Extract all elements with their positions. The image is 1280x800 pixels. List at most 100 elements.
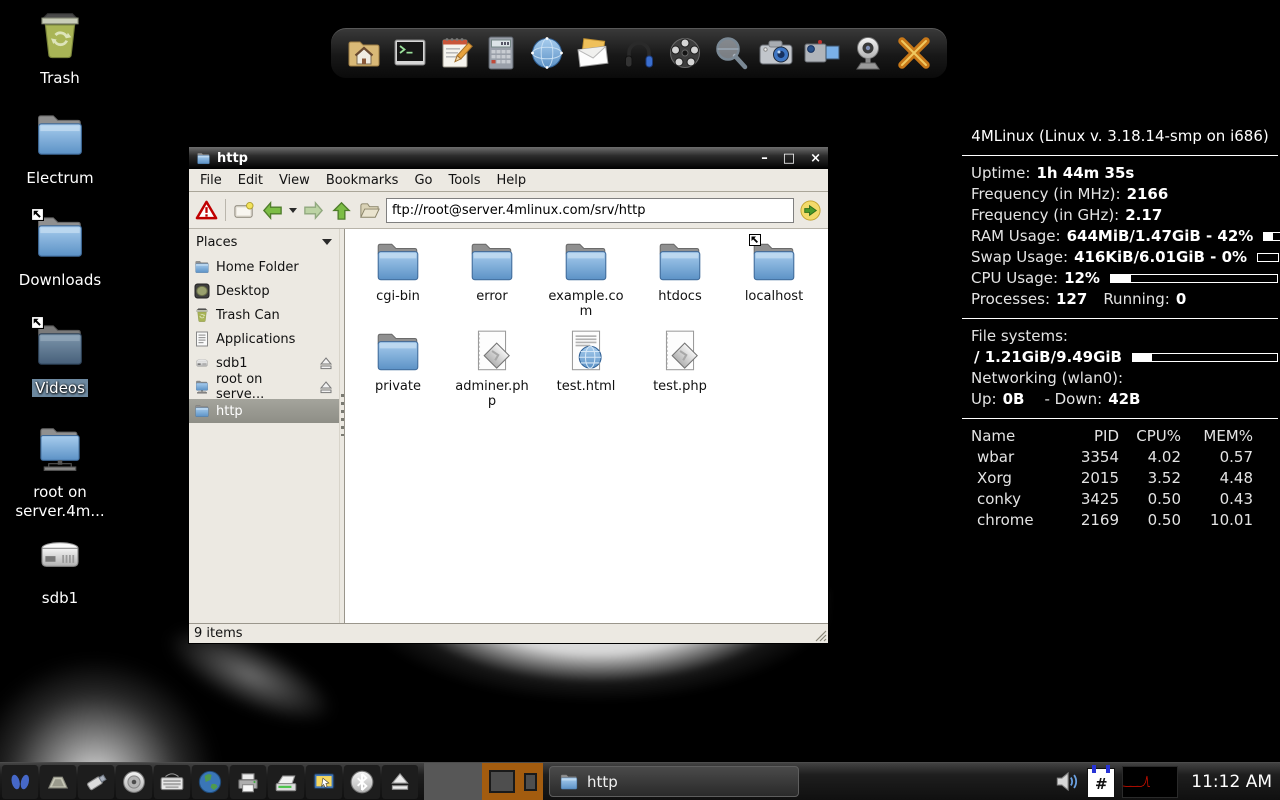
tray-printer-icon[interactable]	[230, 765, 266, 799]
tray-cpu-graph[interactable]	[1122, 766, 1178, 798]
dock-audio-player-icon[interactable]	[618, 31, 660, 75]
file-manager-window: http – □ × File Edit View Bookmarks Go T…	[188, 146, 829, 644]
dock-text-editor-icon[interactable]	[435, 31, 477, 75]
sidebar-item-home-folder[interactable]: Home Folder	[189, 255, 339, 279]
folder-icon	[373, 327, 423, 377]
sidebar-item-applications[interactable]: Applications	[189, 327, 339, 351]
dock-terminal-icon[interactable]	[389, 31, 431, 75]
tray-flash-drive-icon[interactable]	[78, 765, 114, 799]
dock-search-icon[interactable]	[710, 31, 752, 75]
cpu-bar	[1110, 274, 1278, 283]
workspace-window-thumb	[524, 773, 537, 791]
tray-keyboard-icon[interactable]	[154, 765, 190, 799]
up-icon[interactable]	[330, 199, 353, 222]
desktop-icon-videos[interactable]: Videos	[12, 318, 108, 398]
tray-display-settings-icon[interactable]	[306, 765, 342, 799]
desktop-icon-trash[interactable]: Trash	[12, 8, 108, 88]
menu-bookmarks[interactable]: Bookmarks	[318, 171, 407, 190]
workspace-2-active[interactable]	[482, 763, 543, 800]
status-bar: 9 items	[189, 623, 828, 643]
menu-help[interactable]: Help	[489, 171, 535, 190]
tray-volume-icon[interactable]	[1052, 766, 1082, 798]
back-history-dropdown-icon[interactable]	[289, 208, 297, 217]
dock-webcam-icon[interactable]	[847, 31, 889, 75]
menu-tools[interactable]: Tools	[440, 171, 488, 190]
window-titlebar[interactable]: http – □ ×	[189, 147, 828, 169]
desktop-icon-electrum[interactable]: Electrum	[12, 108, 108, 188]
processes-label: Processes:	[971, 289, 1050, 310]
menu-view[interactable]: View	[271, 171, 318, 190]
back-icon[interactable]	[261, 199, 284, 222]
workspace-1[interactable]	[424, 763, 482, 800]
file-item-localhost[interactable]: localhost	[727, 237, 821, 319]
up-value: 0B	[1003, 389, 1025, 410]
desktop-icon-sdb1[interactable]: sdb1	[12, 528, 108, 608]
dock-camcorder-icon[interactable]	[801, 31, 843, 75]
tray-scanner-icon[interactable]	[268, 765, 304, 799]
places-selector[interactable]: Places	[189, 229, 339, 255]
file-item-cgi-bin[interactable]: cgi-bin	[351, 237, 445, 319]
forward-icon[interactable]	[302, 199, 325, 222]
tray-touchpad-icon[interactable]	[40, 765, 76, 799]
menu-file[interactable]: File	[192, 171, 230, 190]
menu-go[interactable]: Go	[406, 171, 440, 190]
divider	[962, 418, 1278, 419]
dock-home-folder-icon[interactable]	[343, 31, 385, 75]
folder-icon	[196, 151, 211, 166]
tray-bluetooth-icon[interactable]	[344, 765, 380, 799]
folder-icon	[467, 237, 517, 287]
tray-speaker-icon[interactable]	[116, 765, 152, 799]
file-item-private[interactable]: private	[351, 327, 445, 409]
file-item-example-com[interactable]: example.com	[539, 237, 633, 319]
dock-movie-player-icon[interactable]	[664, 31, 706, 75]
sidebar-splitter[interactable]	[339, 229, 344, 623]
conky-monitor: 4MLinux (Linux v. 3.18.14-smp on i686) U…	[962, 126, 1278, 531]
dock-camera-icon[interactable]	[755, 31, 797, 75]
tray-globe-icon[interactable]	[192, 765, 228, 799]
tray-calendar-icon[interactable]: #	[1087, 768, 1115, 798]
file-item-htdocs[interactable]: htdocs	[633, 237, 727, 319]
go-icon[interactable]	[799, 199, 822, 222]
new-tab-icon[interactable]	[233, 199, 256, 222]
eject-icon[interactable]	[318, 379, 334, 395]
tray-footprints-icon[interactable]	[2, 765, 38, 799]
hard-drive-icon	[194, 355, 210, 371]
file-item-error[interactable]: error	[445, 237, 539, 319]
resize-grip[interactable]	[814, 629, 827, 642]
proc-cpu: 4.02	[1119, 447, 1181, 468]
desktop-icon-label: root on server.4m...	[15, 483, 104, 520]
maximize-button[interactable]: □	[783, 151, 795, 166]
desktop-icon-label: Videos	[32, 379, 88, 397]
dock-web-browser-icon[interactable]	[526, 31, 568, 75]
taskbar-clock: 11:12 AM	[1191, 772, 1272, 792]
col-mem: MEM%	[1181, 426, 1253, 447]
file-item-test-php[interactable]: test.php	[633, 327, 727, 409]
taskbar-task-http[interactable]: http	[549, 766, 799, 797]
desktop: Trash Electrum Downloads Videos root on …	[0, 0, 1280, 800]
address-input[interactable]	[386, 198, 794, 223]
task-label: http	[587, 773, 618, 791]
proc-mem: 0.57	[1181, 447, 1253, 468]
file-item-adminer-php[interactable]: adminer.php	[445, 327, 539, 409]
menu-edit[interactable]: Edit	[230, 171, 271, 190]
process-table: Name PID CPU% MEM% wbar 3354 4.02 0.57 X…	[962, 426, 1278, 531]
cpu-value: 12%	[1064, 268, 1100, 289]
open-folder-icon[interactable]	[358, 199, 381, 222]
close-button[interactable]: ×	[810, 151, 821, 166]
minimize-button[interactable]: –	[761, 151, 768, 166]
sidebar-item-http[interactable]: http	[189, 399, 339, 423]
eject-icon[interactable]	[318, 355, 334, 371]
sidebar-item-desktop[interactable]: Desktop	[189, 279, 339, 303]
dock-xorg-icon[interactable]	[893, 31, 935, 75]
file-item-test-html[interactable]: test.html	[539, 327, 633, 409]
sidebar-item-root-on-server[interactable]: root on serve...	[189, 375, 339, 399]
folder-icon	[194, 403, 210, 419]
warning-icon[interactable]	[195, 199, 218, 222]
dock-calculator-icon[interactable]	[480, 31, 522, 75]
desktop-icon-root-on-server[interactable]: root on server.4m...	[12, 422, 108, 521]
desktop-icon-downloads[interactable]: Downloads	[12, 210, 108, 290]
dock-email-icon[interactable]	[572, 31, 614, 75]
sidebar-item-trash-can[interactable]: Trash Can	[189, 303, 339, 327]
tray-eject-icon[interactable]	[382, 765, 418, 799]
filesystems-header: File systems:	[971, 326, 1068, 347]
